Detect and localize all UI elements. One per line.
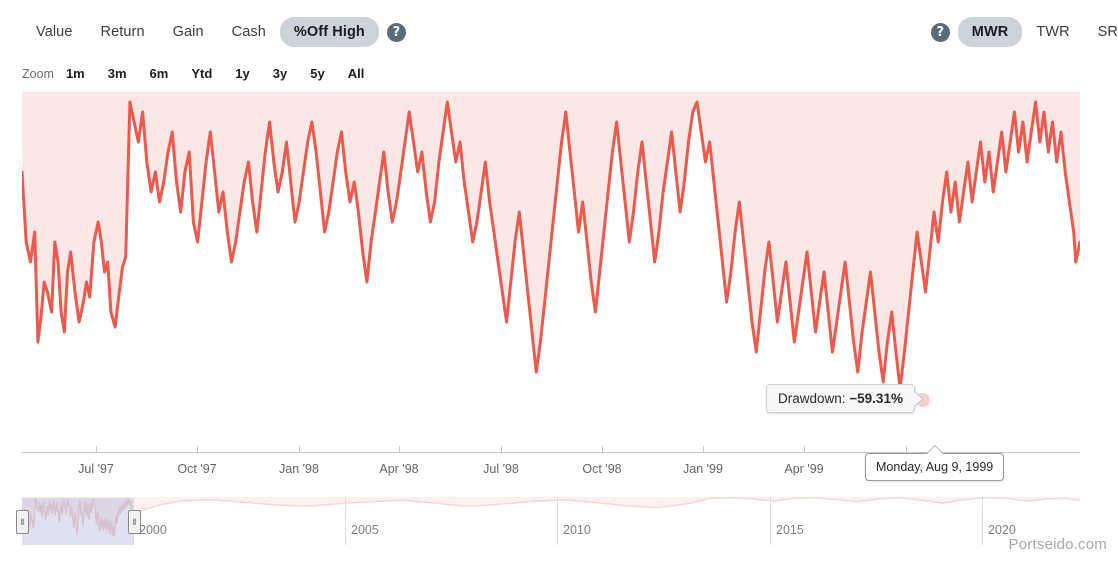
tab-mwr[interactable]: MWR [957,17,1023,47]
navigator-plot[interactable] [21,496,1081,545]
tooltip-drawdown-value: Drawdown: −59.31% [766,384,924,413]
tab-cash[interactable]: Cash [218,17,280,47]
chart-navigator[interactable]: ‖ ‖ 2000 2005 2010 2015 2020 [0,496,1118,570]
x-axis-tick [804,446,805,453]
x-axis-label: Apr '98 [379,462,419,476]
zoom-button-ytd[interactable]: Ytd [191,66,212,81]
x-axis-label: Jan '99 [683,462,723,476]
help-circle-icon-left[interactable]: ? [386,22,406,42]
x-axis-tick [501,446,502,453]
help-circle-icon-right[interactable]: ? [930,22,950,42]
return-method-tab-group: ? MWR TWR SR [923,17,1118,47]
navigator-gridline [770,497,771,545]
drawdown-chart[interactable] [0,92,1118,457]
x-axis-tick [602,446,603,453]
tab-percent-off-high[interactable]: %Off High [279,17,379,47]
tab-sr[interactable]: SR [1084,17,1118,47]
tooltip-date: Monday, Aug 9, 1999 [865,445,1005,481]
navigator-tick-label: 2005 [351,523,379,537]
zoom-button-5y[interactable]: 5y [310,66,324,81]
x-axis-tick [703,446,704,453]
x-axis-label: Apr '99 [784,462,824,476]
x-axis-label: Jul '97 [78,462,114,476]
zoom-button-all[interactable]: All [348,66,365,81]
tab-return[interactable]: Return [87,17,159,47]
x-axis-label: Jul '98 [483,462,519,476]
tooltip-drawdown-prefix: Drawdown: [778,391,850,406]
zoom-button-3y[interactable]: 3y [273,66,287,81]
navigator-selected-range[interactable] [22,498,133,545]
x-axis-tick [96,446,97,453]
x-axis-tick [299,446,300,453]
watermark: Portseido.com [1008,536,1107,553]
drawdown-chart-page: Value Return Gain Cash %Off High ? ? MWR… [0,0,1118,570]
navigator-tick-label: 2020 [988,523,1016,537]
navigator-gridline [557,497,558,545]
zoom-range-selector: Zoom 1m 3m 6m Ytd 1y 3y 5y All [22,66,364,81]
metric-tab-group: Value Return Gain Cash %Off High ? [22,17,414,47]
navigator-tick-label: 2010 [563,523,591,537]
tab-twr[interactable]: TWR [1022,17,1083,47]
tab-gain[interactable]: Gain [159,17,218,47]
zoom-button-1m[interactable]: 1m [66,66,85,81]
x-axis-tick [197,446,198,453]
x-axis-tick [906,446,907,453]
x-axis-label: Oct '97 [177,462,217,476]
tooltip-drawdown-number: −59.31% [849,391,903,406]
navigator-tick-label: 2000 [139,523,167,537]
navigator-series [21,496,1081,537]
x-axis-tick [399,446,400,453]
zoom-button-1y[interactable]: 1y [235,66,249,81]
x-axis-label: Oct '98 [582,462,622,476]
zoom-label: Zoom [22,67,54,81]
navigator-handle-left[interactable]: ‖ [16,510,29,534]
navigator-handle-right[interactable]: ‖ [128,510,141,534]
navigator-gridline [982,497,983,545]
zoom-button-6m[interactable]: 6m [150,66,169,81]
chart-toolbar: Value Return Gain Cash %Off High ? ? MWR… [0,0,1118,62]
navigator-tick-label: 2015 [776,523,804,537]
navigator-gridline [345,497,346,545]
x-axis-label: Jan '98 [279,462,319,476]
tab-value[interactable]: Value [22,17,87,47]
zoom-button-3m[interactable]: 3m [108,66,127,81]
